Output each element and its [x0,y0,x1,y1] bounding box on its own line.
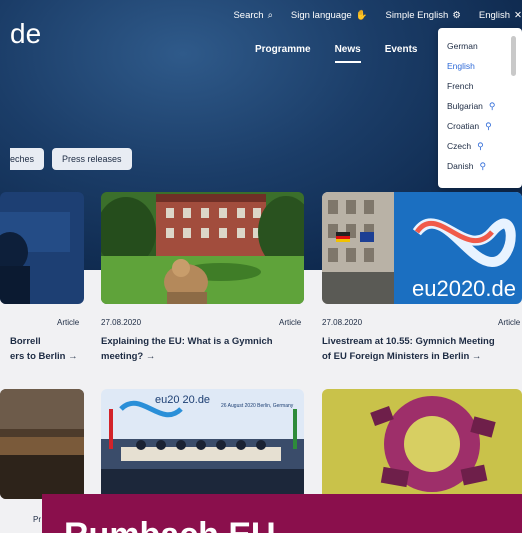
simple-english-label: Simple English [385,10,449,21]
promo-banner[interactable]: Rumbach EU... [42,494,522,533]
external-link-icon: ⚲ [488,100,496,111]
lang-option-czech[interactable]: Czech ⚲ [447,136,522,156]
nav-programme[interactable]: Programme [255,44,311,63]
nav-events[interactable]: Events [385,44,418,63]
card-image-conference[interactable]: eu20 20.de 26 August 2020 Berlin, German… [101,389,304,499]
conference-image: eu20 20.de 26 August 2020 Berlin, German… [101,389,304,499]
card-date: 27.08.2020 [101,318,142,327]
press-conference-image [0,192,84,304]
card-type: Article [279,318,302,327]
lang-label: Croatian [447,121,480,131]
card-title-line: of EU Foreign Ministers in Berlin → [322,351,482,362]
simple-language-icon: ⚙ [452,10,461,21]
simple-english-button[interactable]: Simple English ⚙ [385,10,460,21]
chip-press-releases[interactable]: Press releases [52,148,132,170]
eu2020-logo-text: eu2020.de [412,276,516,301]
search-button[interactable]: Search ⌕ [233,10,272,21]
close-icon: ✕ [514,10,522,21]
card-image-meeting-room[interactable] [0,389,84,499]
row2-card-type: Pr [33,515,41,524]
lang-label: Danish [447,161,474,171]
lang-label: English [447,61,475,71]
hand-icon: ✋ [355,10,368,21]
collage-image [322,389,522,499]
card-type: Article [57,318,80,327]
filter-chips: eches Press releases [10,148,132,170]
lang-label: Bulgarian [447,101,483,111]
card-title[interactable]: Borrell ers to Berlin → [10,334,90,364]
external-link-icon: ⚲ [485,120,492,131]
card-title-line: ers to Berlin → [10,351,78,362]
card-title-line: Borrell [10,336,41,347]
card-image-eu2020[interactable]: eu2020.de [322,192,522,304]
sign-language-button[interactable]: Sign language ✋ [291,10,368,21]
nav-news[interactable]: News [334,44,361,63]
lang-option-french[interactable]: French [447,76,522,96]
utility-nav: Search ⌕ Sign language ✋ Simple English … [233,10,522,21]
conference-caption: 26 August 2020 Berlin, Germany [221,403,294,409]
chip-speeches[interactable]: eches [10,148,45,170]
conference-logo-text: eu20 20.de [155,394,210,406]
external-link-icon: ⚲ [477,140,484,151]
card-title-line: meeting? → [101,351,156,362]
card-title-line: Livestream at 10.55: Gymnich Meeting [322,336,495,347]
meeting-room-image [0,389,84,499]
main-nav: Programme News Events P [255,44,448,63]
card-date: 27.08.2020 [322,318,363,327]
lang-option-bulgarian[interactable]: Bulgarian ⚲ [447,96,522,116]
banner-text: Rumbach EU... [64,516,304,533]
site-logo[interactable]: de [10,18,41,50]
dropdown-scrollbar[interactable] [511,36,516,76]
garden-castle-image [101,192,304,304]
lang-label: Czech [447,141,472,151]
eu2020-logo-image: eu2020.de [322,192,522,304]
card-image-garden[interactable] [101,192,304,304]
card-title[interactable]: Livestream at 10.55: Gymnich Meeting of … [322,334,522,364]
lang-option-danish[interactable]: Danish ⚲ [447,156,522,176]
card-image-collage[interactable] [322,389,522,499]
lang-option-croatian[interactable]: Croatian ⚲ [447,116,522,136]
lang-label: German [447,41,478,51]
language-toggle[interactable]: English ✕ [479,10,522,21]
card-image-borrell[interactable] [0,192,84,304]
lang-label: French [447,81,474,91]
card-title-line: Explaining the EU: What is a Gymnich [101,336,273,347]
card-title[interactable]: Explaining the EU: What is a Gymnich mee… [101,334,311,364]
search-label: Search [233,10,264,21]
sign-language-label: Sign language [290,10,352,21]
search-icon: ⌕ [267,10,273,21]
card-type: Article [498,318,521,327]
external-link-icon: ⚲ [479,160,487,171]
language-label: English [478,10,511,21]
language-dropdown: German English French Bulgarian ⚲ Croatia… [438,28,522,188]
